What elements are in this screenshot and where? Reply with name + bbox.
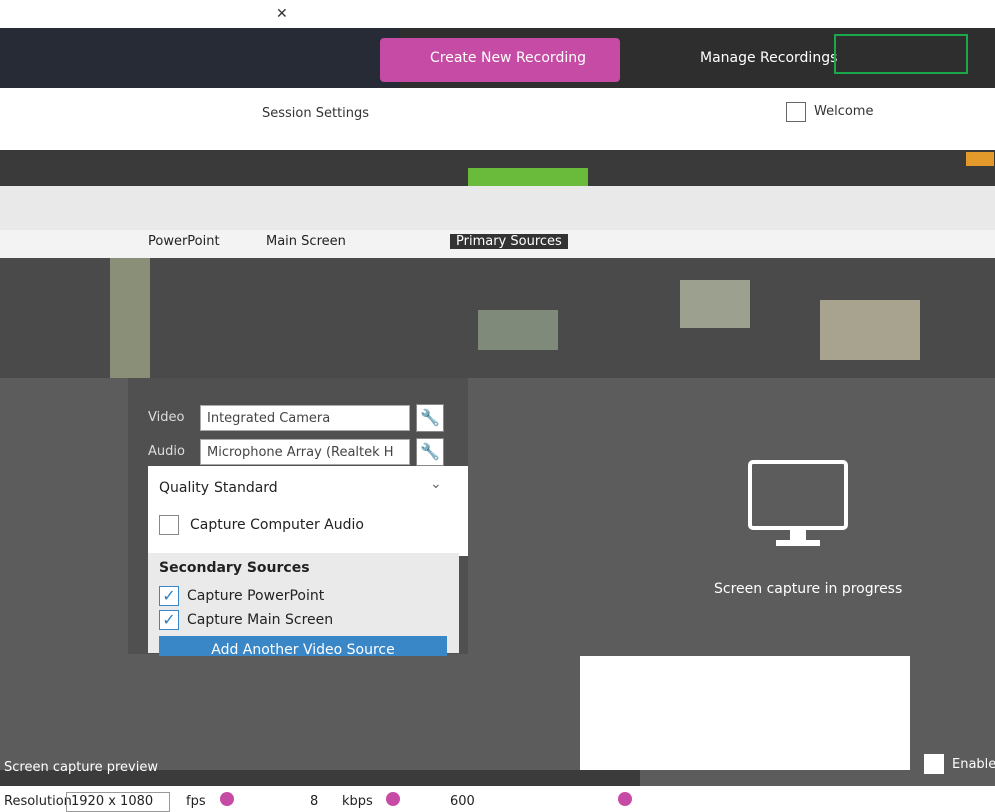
capture-computer-audio-label: Capture Computer Audio: [190, 517, 364, 533]
browser-tab-strip: [0, 0, 995, 28]
monitor-icon: [748, 460, 848, 546]
resolution-select[interactable]: 1920 x 1080: [66, 792, 170, 812]
manage-recordings-button[interactable]: Manage Recordings: [700, 50, 837, 66]
check-icon: ✓: [162, 610, 176, 629]
tab-main-screen[interactable]: Main Screen: [266, 234, 346, 249]
fps-label: fps: [186, 794, 206, 809]
primary-sources-label: Primary Sources: [450, 234, 568, 249]
capture-powerpoint-checkbox[interactable]: ✓: [159, 586, 179, 606]
secondary-sources-title: Secondary Sources: [159, 560, 310, 576]
create-new-recording-label: Create New Recording: [430, 50, 586, 66]
quality-select[interactable]: Standard: [214, 480, 278, 496]
quality-label: Quality: [159, 480, 210, 496]
camera-thumbnail: [820, 300, 920, 360]
capture-main-screen-checkbox[interactable]: ✓: [159, 610, 179, 630]
kbps-slider-handle[interactable]: [386, 792, 400, 806]
video-select-value: Integrated Camera: [207, 411, 331, 426]
chevron-down-icon[interactable]: ⌄: [430, 476, 442, 492]
resolution-label: Resolution: [4, 794, 72, 809]
kbps-value: 600: [450, 794, 475, 809]
wrench-icon[interactable]: 🔧: [416, 438, 444, 466]
screen-capture-preview-label: Screen capture preview: [4, 760, 158, 775]
bitrate-slider-handle[interactable]: [618, 792, 632, 806]
capture-main-screen-label: Capture Main Screen: [187, 612, 334, 628]
main-toolbar: Create New Recording Manage Recordings: [0, 28, 995, 88]
audio-select[interactable]: Microphone Array (Realtek H: [200, 439, 410, 465]
resolution-value: 1920 x 1080: [71, 794, 154, 809]
video-label: Video: [148, 410, 185, 425]
welcome-checkbox[interactable]: [786, 102, 806, 122]
welcome-label: Welcome: [814, 104, 874, 119]
capture-powerpoint-label: Capture PowerPoint: [187, 588, 325, 604]
check-icon: ✓: [162, 586, 176, 605]
camera-thumbnail: [110, 258, 150, 378]
light-strip: [0, 186, 995, 230]
fps-value: 8: [310, 794, 319, 809]
video-select[interactable]: Integrated Camera: [200, 405, 410, 431]
fps-slider-handle[interactable]: [220, 792, 234, 806]
enable-checkbox[interactable]: [924, 754, 944, 774]
session-settings-label[interactable]: Session Settings: [262, 106, 369, 121]
audio-select-value: Microphone Array (Realtek H: [207, 445, 394, 460]
wrench-icon[interactable]: 🔧: [416, 404, 444, 432]
enable-label: Enable: [952, 757, 995, 772]
preview-overlay-box: [580, 656, 910, 770]
audio-label: Audio: [148, 444, 185, 459]
settings-bar: Session Settings Welcome: [0, 88, 995, 150]
close-icon[interactable]: ✕: [276, 6, 288, 22]
camera-thumbnail: [478, 310, 558, 350]
toolbar-highlight: [834, 34, 968, 74]
tab-powerpoint[interactable]: PowerPoint: [148, 234, 220, 249]
kbps-label: kbps: [342, 794, 373, 809]
add-video-source-button[interactable]: Add Another Video Source: [159, 636, 447, 656]
add-video-source-label: Add Another Video Source: [211, 642, 395, 656]
screen-capture-status: Screen capture in progress: [714, 581, 903, 597]
source-tabs: PowerPoint Main Screen Primary Sources: [0, 230, 995, 258]
camera-thumbnail: [680, 280, 750, 328]
green-status-bar: [468, 168, 588, 186]
capture-computer-audio-checkbox[interactable]: [159, 515, 179, 535]
toolbar-left-block: [0, 28, 400, 88]
orange-indicator: [966, 152, 994, 166]
